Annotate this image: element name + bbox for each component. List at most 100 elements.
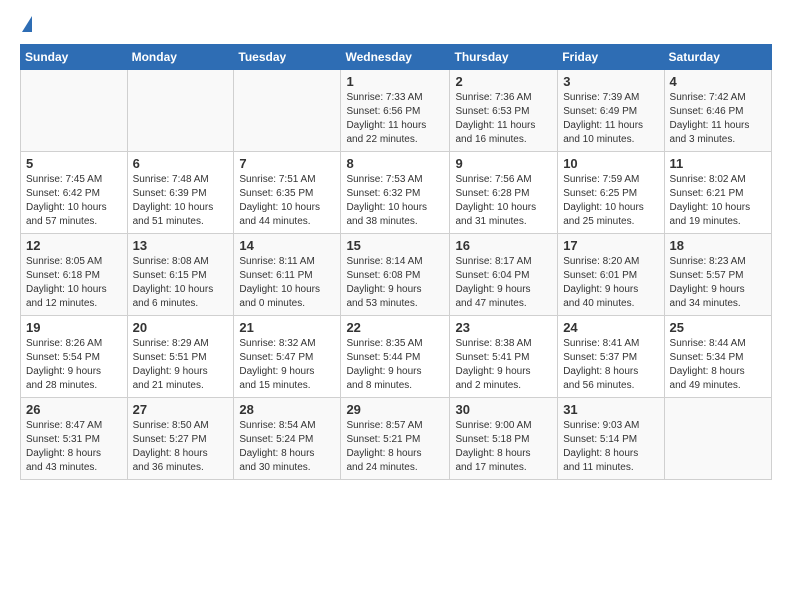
day-number: 23 xyxy=(455,320,552,335)
calendar-cell: 21 Sunrise: 8:32 AM Sunset: 5:47 PM Dayli… xyxy=(234,316,341,398)
day-number: 16 xyxy=(455,238,552,253)
day-info: Sunrise: 8:23 AM Sunset: 5:57 PM Dayligh… xyxy=(670,255,766,311)
day-info: Sunrise: 8:41 AM Sunset: 5:37 PM Dayligh… xyxy=(563,337,658,393)
calendar-cell: 3Sunrise: 7:39 AM Sunset: 6:49 PM Daylig… xyxy=(558,70,664,152)
day-info: Sunrise: 7:33 AM Sunset: 6:56 PM Dayligh… xyxy=(346,91,444,147)
day-number: 4 xyxy=(670,74,766,89)
day-info: Sunrise: 8:02 AM Sunset: 6:21 PM Dayligh… xyxy=(670,173,766,229)
day-number: 9 xyxy=(455,156,552,171)
day-info: Sunrise: 8:44 AM Sunset: 5:34 PM Dayligh… xyxy=(670,337,766,393)
day-number: 15 xyxy=(346,238,444,253)
calendar-cell: 22 Sunrise: 8:35 AM Sunset: 5:44 PM Dayli… xyxy=(341,316,450,398)
day-info: Sunrise: 8:26 AM Sunset: 5:54 PM Dayligh… xyxy=(26,337,122,393)
day-info: Sunrise: 7:48 AM Sunset: 6:39 PM Dayligh… xyxy=(133,173,229,229)
calendar-week-row: 12 Sunrise: 8:05 AM Sunset: 6:18 PM Dayli… xyxy=(21,234,772,316)
calendar-cell: 18 Sunrise: 8:23 AM Sunset: 5:57 PM Dayli… xyxy=(664,234,771,316)
day-info: Sunrise: 8:17 AM Sunset: 6:04 PM Dayligh… xyxy=(455,255,552,311)
calendar-cell: 13Sunrise: 8:08 AM Sunset: 6:15 PM Dayli… xyxy=(127,234,234,316)
day-info: Sunrise: 8:38 AM Sunset: 5:41 PM Dayligh… xyxy=(455,337,552,393)
day-info: Sunrise: 8:20 AM Sunset: 6:01 PM Dayligh… xyxy=(563,255,658,311)
day-number: 29 xyxy=(346,402,444,417)
day-number: 7 xyxy=(239,156,335,171)
page-container: Sunday Monday Tuesday Wednesday Thursday… xyxy=(0,0,792,492)
calendar-cell: 11Sunrise: 8:02 AM Sunset: 6:21 PM Dayli… xyxy=(664,152,771,234)
calendar-cell: 28 Sunrise: 8:54 AM Sunset: 5:24 PM Dayli… xyxy=(234,398,341,480)
day-number: 18 xyxy=(670,238,766,253)
calendar-cell: 16 Sunrise: 8:17 AM Sunset: 6:04 PM Dayli… xyxy=(450,234,558,316)
calendar-cell: 2 Sunrise: 7:36 AM Sunset: 6:53 PM Daylig… xyxy=(450,70,558,152)
day-info: Sunrise: 8:50 AM Sunset: 5:27 PM Dayligh… xyxy=(133,419,229,475)
calendar-cell: 14 Sunrise: 8:11 AM Sunset: 6:11 PM Dayli… xyxy=(234,234,341,316)
day-info: Sunrise: 7:53 AM Sunset: 6:32 PM Dayligh… xyxy=(346,173,444,229)
day-info: Sunrise: 7:36 AM Sunset: 6:53 PM Dayligh… xyxy=(455,91,552,147)
calendar-cell: 4 Sunrise: 7:42 AM Sunset: 6:46 PM Daylig… xyxy=(664,70,771,152)
calendar-cell: 31 Sunrise: 9:03 AM Sunset: 5:14 PM Dayli… xyxy=(558,398,664,480)
calendar-cell: 24 Sunrise: 8:41 AM Sunset: 5:37 PM Dayli… xyxy=(558,316,664,398)
day-info: Sunrise: 9:00 AM Sunset: 5:18 PM Dayligh… xyxy=(455,419,552,475)
header-wednesday: Wednesday xyxy=(341,45,450,70)
day-number: 12 xyxy=(26,238,122,253)
day-info: Sunrise: 8:47 AM Sunset: 5:31 PM Dayligh… xyxy=(26,419,122,475)
calendar-cell: 6 Sunrise: 7:48 AM Sunset: 6:39 PM Daylig… xyxy=(127,152,234,234)
day-info: Sunrise: 8:32 AM Sunset: 5:47 PM Dayligh… xyxy=(239,337,335,393)
calendar-cell: 8Sunrise: 7:53 AM Sunset: 6:32 PM Daylig… xyxy=(341,152,450,234)
logo-triangle-icon xyxy=(22,16,32,32)
day-info: Sunrise: 8:57 AM Sunset: 5:21 PM Dayligh… xyxy=(346,419,444,475)
day-info: Sunrise: 7:51 AM Sunset: 6:35 PM Dayligh… xyxy=(239,173,335,229)
header xyxy=(20,16,772,34)
day-number: 1 xyxy=(346,74,444,89)
calendar-week-row: 5Sunrise: 7:45 AM Sunset: 6:42 PM Daylig… xyxy=(21,152,772,234)
header-monday: Monday xyxy=(127,45,234,70)
day-number: 31 xyxy=(563,402,658,417)
day-number: 5 xyxy=(26,156,122,171)
calendar-cell: 5Sunrise: 7:45 AM Sunset: 6:42 PM Daylig… xyxy=(21,152,128,234)
day-number: 14 xyxy=(239,238,335,253)
calendar-cell: 19 Sunrise: 8:26 AM Sunset: 5:54 PM Dayli… xyxy=(21,316,128,398)
calendar-cell xyxy=(234,70,341,152)
calendar-cell: 1 Sunrise: 7:33 AM Sunset: 6:56 PM Daylig… xyxy=(341,70,450,152)
day-number: 26 xyxy=(26,402,122,417)
day-info: Sunrise: 8:11 AM Sunset: 6:11 PM Dayligh… xyxy=(239,255,335,311)
day-number: 25 xyxy=(670,320,766,335)
calendar-cell: 15 Sunrise: 8:14 AM Sunset: 6:08 PM Dayli… xyxy=(341,234,450,316)
day-number: 24 xyxy=(563,320,658,335)
day-info: Sunrise: 8:05 AM Sunset: 6:18 PM Dayligh… xyxy=(26,255,122,311)
header-tuesday: Tuesday xyxy=(234,45,341,70)
day-info: Sunrise: 8:29 AM Sunset: 5:51 PM Dayligh… xyxy=(133,337,229,393)
day-number: 13 xyxy=(133,238,229,253)
day-info: Sunrise: 8:54 AM Sunset: 5:24 PM Dayligh… xyxy=(239,419,335,475)
day-info: Sunrise: 8:14 AM Sunset: 6:08 PM Dayligh… xyxy=(346,255,444,311)
day-number: 22 xyxy=(346,320,444,335)
day-number: 27 xyxy=(133,402,229,417)
calendar-cell xyxy=(127,70,234,152)
calendar-cell: 27 Sunrise: 8:50 AM Sunset: 5:27 PM Dayli… xyxy=(127,398,234,480)
header-saturday: Saturday xyxy=(664,45,771,70)
calendar-cell xyxy=(664,398,771,480)
day-number: 6 xyxy=(133,156,229,171)
day-number: 28 xyxy=(239,402,335,417)
calendar-cell: 12 Sunrise: 8:05 AM Sunset: 6:18 PM Dayli… xyxy=(21,234,128,316)
day-number: 20 xyxy=(133,320,229,335)
calendar-week-row: 19 Sunrise: 8:26 AM Sunset: 5:54 PM Dayli… xyxy=(21,316,772,398)
calendar-cell: 17 Sunrise: 8:20 AM Sunset: 6:01 PM Dayli… xyxy=(558,234,664,316)
calendar-cell: 25 Sunrise: 8:44 AM Sunset: 5:34 PM Dayli… xyxy=(664,316,771,398)
calendar-cell: 30Sunrise: 9:00 AM Sunset: 5:18 PM Dayli… xyxy=(450,398,558,480)
day-info: Sunrise: 7:59 AM Sunset: 6:25 PM Dayligh… xyxy=(563,173,658,229)
header-friday: Friday xyxy=(558,45,664,70)
day-info: Sunrise: 8:35 AM Sunset: 5:44 PM Dayligh… xyxy=(346,337,444,393)
day-number: 21 xyxy=(239,320,335,335)
day-info: Sunrise: 9:03 AM Sunset: 5:14 PM Dayligh… xyxy=(563,419,658,475)
day-number: 19 xyxy=(26,320,122,335)
calendar-cell: 10 Sunrise: 7:59 AM Sunset: 6:25 PM Dayli… xyxy=(558,152,664,234)
day-number: 2 xyxy=(455,74,552,89)
day-number: 3 xyxy=(563,74,658,89)
calendar-cell: 9Sunrise: 7:56 AM Sunset: 6:28 PM Daylig… xyxy=(450,152,558,234)
calendar-week-row: 1 Sunrise: 7:33 AM Sunset: 6:56 PM Daylig… xyxy=(21,70,772,152)
day-info: Sunrise: 7:42 AM Sunset: 6:46 PM Dayligh… xyxy=(670,91,766,147)
calendar-cell: 29 Sunrise: 8:57 AM Sunset: 5:21 PM Dayli… xyxy=(341,398,450,480)
calendar-cell: 26 Sunrise: 8:47 AM Sunset: 5:31 PM Dayli… xyxy=(21,398,128,480)
day-number: 17 xyxy=(563,238,658,253)
day-number: 10 xyxy=(563,156,658,171)
calendar-cell: 20 Sunrise: 8:29 AM Sunset: 5:51 PM Dayli… xyxy=(127,316,234,398)
calendar-cell: 7 Sunrise: 7:51 AM Sunset: 6:35 PM Daylig… xyxy=(234,152,341,234)
